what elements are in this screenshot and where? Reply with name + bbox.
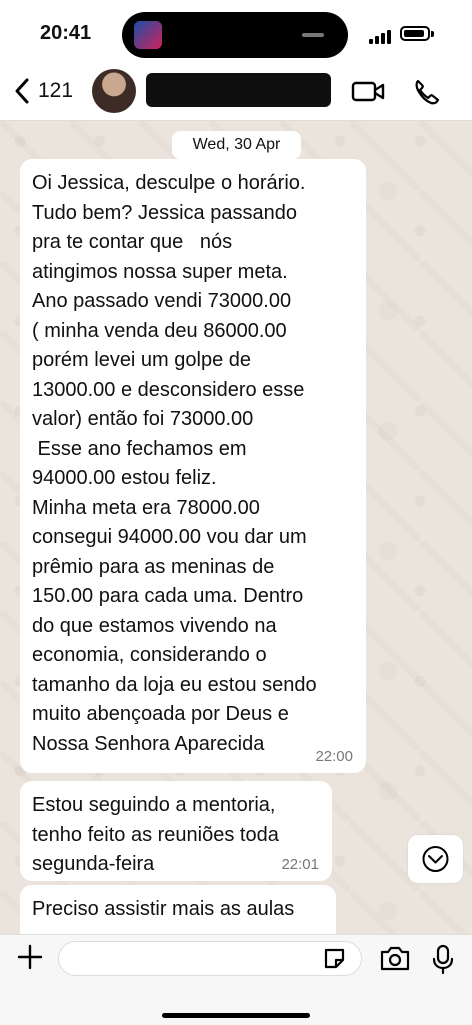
contact-avatar[interactable] [92,69,136,113]
audio-wave-icon [302,33,324,37]
contact-name-redacted[interactable] [146,73,331,107]
message-text: Estou seguindo a mentoria, tenho feito a… [32,794,279,875]
signal-icon [369,28,391,44]
message-bubble[interactable]: Estou seguindo a mentoria, tenho feito a… [20,781,332,881]
message-composer [0,934,472,1025]
chevron-down-circle-icon [422,846,449,872]
date-separator: Wed, 30 Apr [172,131,301,159]
message-bubble[interactable]: Preciso assistir mais as aulas [20,885,336,934]
home-indicator [162,1013,310,1018]
scroll-to-bottom-button[interactable] [408,835,463,883]
dynamic-island [122,12,348,58]
battery-tip [431,31,434,37]
app-activity-icon [134,21,162,49]
message-bubble[interactable]: Oi Jessica, desculpe o horário. Tudo bem… [20,159,366,773]
clock: 20:41 [40,22,92,44]
plus-icon[interactable] [16,943,44,971]
message-list[interactable]: Wed, 30 Apr Oi Jessica, desculpe o horár… [0,121,472,934]
message-text: Preciso assistir mais as aulas [32,898,295,920]
video-camera-icon[interactable] [351,79,386,104]
sticker-icon[interactable] [322,946,347,971]
camera-icon[interactable] [379,944,411,972]
battery-icon [400,26,430,41]
back-icon[interactable] [8,74,38,108]
message-text: Oi Jessica, desculpe o horário. Tudo bem… [32,172,317,755]
microphone-icon[interactable] [431,943,455,975]
status-bar: 20:41 [0,0,472,66]
message-input[interactable] [58,941,362,976]
unread-count[interactable]: 121 [38,79,73,103]
message-time: 22:01 [281,856,319,873]
phone-icon[interactable] [411,77,441,107]
chat-header: 121 [0,66,472,121]
message-time: 22:00 [315,748,353,765]
